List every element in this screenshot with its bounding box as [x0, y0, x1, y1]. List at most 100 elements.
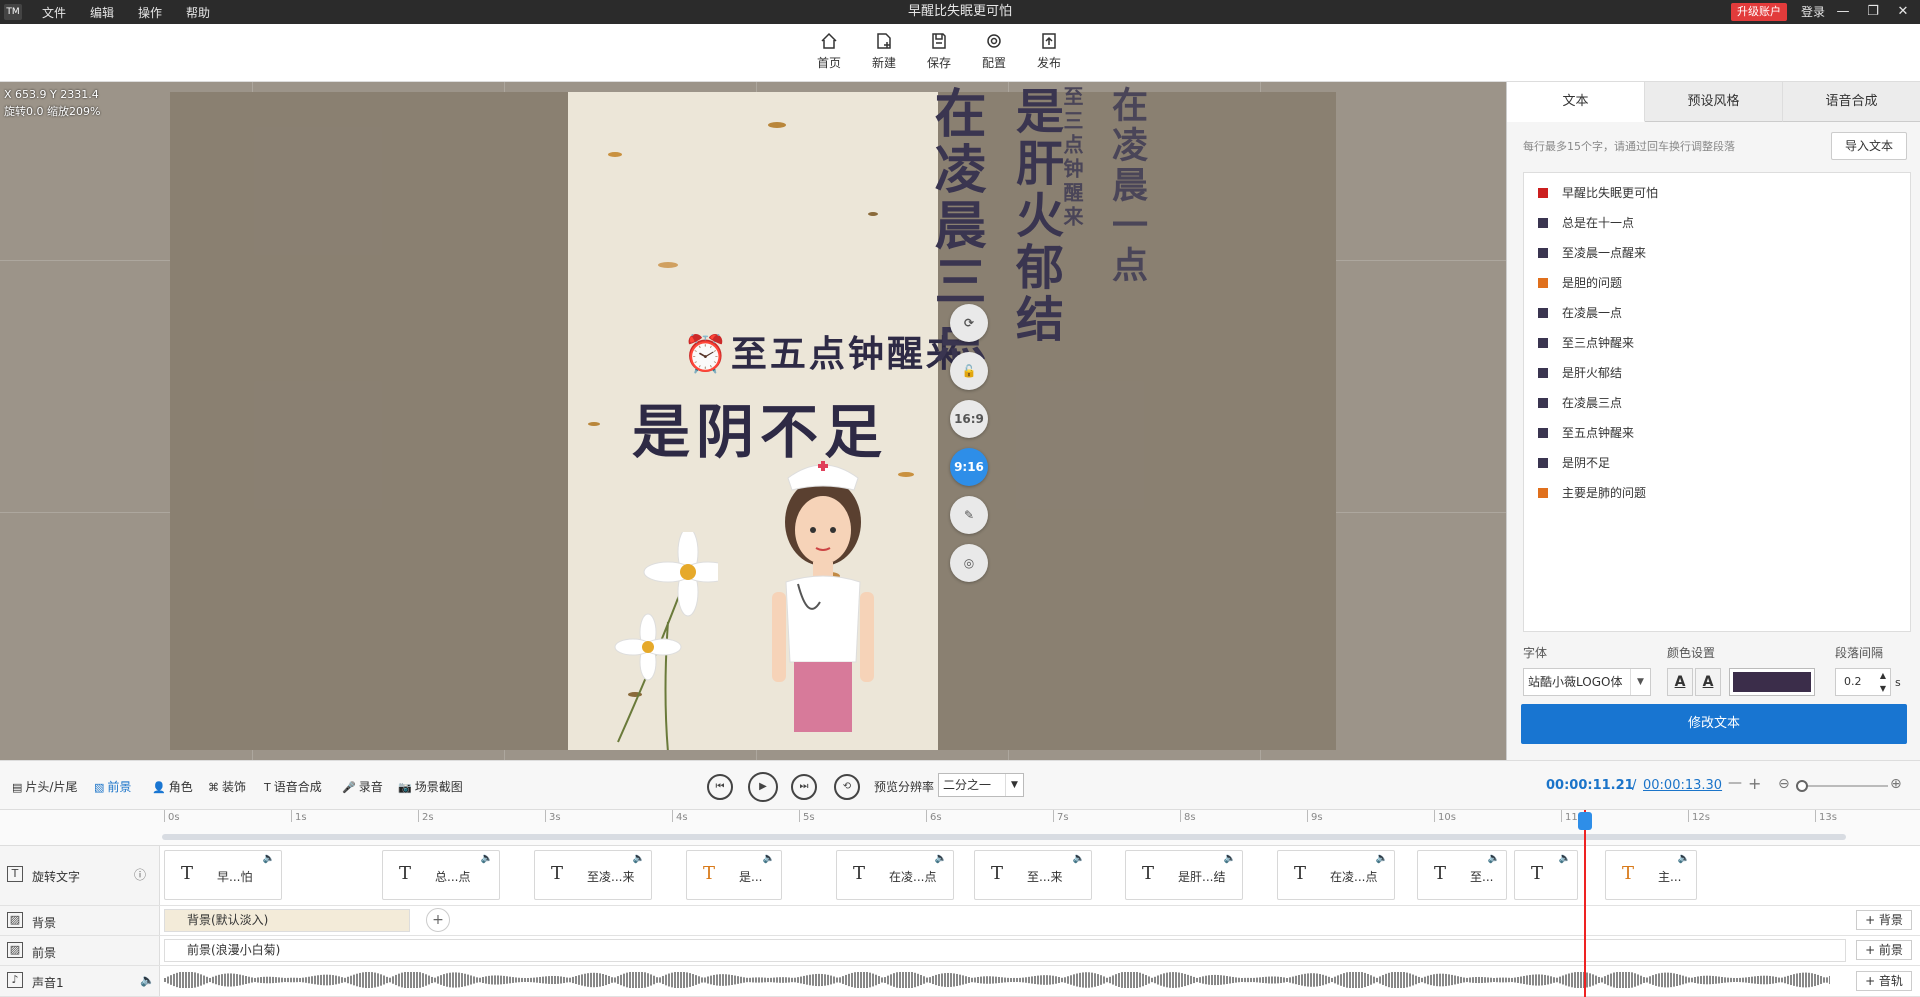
tab-voice-synthesis[interactable]: T 语音合成	[264, 778, 322, 795]
close-button[interactable]: ✕	[1890, 0, 1916, 24]
settings-button[interactable]: ◎	[950, 544, 988, 582]
speaker-icon[interactable]: 🔈	[481, 853, 493, 864]
upgrade-account-button[interactable]: 升级账户	[1731, 3, 1787, 21]
text-clip[interactable]: T 是肝...结 🔈	[1125, 850, 1243, 900]
spacing-stepper[interactable]: 0.2 ▲ ▼	[1835, 668, 1891, 696]
add-background-button[interactable]: + 背景	[1856, 910, 1912, 930]
config-button[interactable]: 配置	[971, 32, 1017, 78]
tab-preset-style[interactable]: 预设风格	[1645, 82, 1783, 122]
playhead[interactable]	[1584, 810, 1586, 997]
import-text-button[interactable]: 导入文本	[1831, 132, 1907, 160]
speaker-icon[interactable]: 🔈	[1224, 853, 1236, 864]
text-line-item[interactable]: 主要是肺的问题	[1538, 483, 1646, 503]
text-line-item[interactable]: 是肝火郁结	[1538, 363, 1622, 383]
color-swatch[interactable]	[1729, 668, 1815, 696]
rotate-button[interactable]: ⟳	[950, 304, 988, 342]
text-lines-list[interactable]: 早醒比失眠更可怕 总是在十一点 至凌晨一点醒来 是胆的问题在凌晨一点至三点钟醒来 是肝火…	[1523, 172, 1911, 632]
stepper-arrows-icon[interactable]: ▲ ▼	[1880, 669, 1886, 695]
ratio-9-16-button[interactable]: 9:16	[950, 448, 988, 486]
playhead-handle[interactable]	[1578, 812, 1592, 830]
text-line-item[interactable]: 至三点钟醒来	[1538, 333, 1634, 353]
foreground-clip[interactable]: 前景(浪漫小白菊)	[164, 939, 1846, 962]
text-clip[interactable]: T 至...来 🔈	[974, 850, 1092, 900]
tab-character[interactable]: 👤 角色	[152, 778, 193, 795]
speaker-icon[interactable]: 🔈	[763, 853, 775, 864]
text-line-item[interactable]: 是阴不足	[1538, 453, 1610, 473]
tab-voice-synthesis[interactable]: 语音合成	[1783, 82, 1920, 122]
editor-canvas[interactable]: ⏰至五点钟醒来 是阴不足 在凌晨一点 至三点钟醒来 是肝火郁结 在凌晨三点 X …	[0, 82, 1506, 760]
text-clip[interactable]: T 主... 🔈	[1605, 850, 1697, 900]
zoom-out-icon[interactable]: ⊖	[1778, 776, 1790, 792]
resolution-select[interactable]: 二分之一 ▼	[938, 773, 1024, 797]
text-line-item[interactable]: 在凌晨三点	[1538, 393, 1622, 413]
menu-edit[interactable]: 编辑	[90, 4, 114, 21]
tab-intro-outro[interactable]: ▤ 片头/片尾	[12, 778, 77, 795]
menu-file[interactable]: 文件	[42, 4, 66, 21]
lock-button[interactable]: 🔓	[950, 352, 988, 390]
tab-text[interactable]: 文本	[1507, 82, 1645, 122]
publish-button[interactable]: 发布	[1026, 32, 1072, 78]
help-icon[interactable]: ⓘ	[134, 866, 146, 883]
speaker-icon[interactable]: 🔈	[1376, 853, 1388, 864]
vertical-text-1[interactable]: 在凌晨一点	[1100, 86, 1152, 386]
save-button[interactable]: 保存	[916, 32, 962, 78]
font-select[interactable]: 站酷小薇LOGO体 ▼	[1523, 668, 1651, 696]
outline-color-button[interactable]: A	[1695, 668, 1721, 696]
add-background-clip-button[interactable]: +	[426, 908, 450, 932]
timeline-scrub-bar[interactable]	[162, 834, 1846, 840]
play-button[interactable]: ▶	[748, 772, 778, 802]
text-clip[interactable]: T 至凌...来 🔈	[534, 850, 652, 900]
background-clip[interactable]: 背景(默认淡入)	[164, 909, 410, 932]
zoom-slider-handle[interactable]	[1796, 780, 1808, 792]
text-line-item[interactable]: 总是在十一点	[1538, 213, 1634, 233]
text-color-button[interactable]: A	[1667, 668, 1693, 696]
replay-button[interactable]: ⟲	[834, 774, 860, 800]
ratio-16-9-button[interactable]: 16:9	[950, 400, 988, 438]
zoom-in-button[interactable]: +	[1748, 774, 1761, 793]
text-clip[interactable]: T 至... 🔈	[1417, 850, 1507, 900]
text-clip[interactable]: T 是... 🔈	[686, 850, 782, 900]
menu-operate[interactable]: 操作	[138, 4, 162, 21]
add-audio-track-button[interactable]: + 音轨	[1856, 971, 1912, 991]
text-clip[interactable]: T 在凌...点 🔈	[1277, 850, 1395, 900]
zoom-in-icon[interactable]: ⊕	[1890, 776, 1902, 792]
edit-text-button[interactable]: 修改文本	[1521, 704, 1907, 744]
speaker-icon[interactable]: 🔈	[1559, 853, 1571, 864]
tab-record[interactable]: 🎤 录音	[342, 778, 383, 795]
vertical-text-3[interactable]: 是肝火郁结	[1000, 86, 1070, 386]
login-link[interactable]: 登录	[1801, 0, 1825, 24]
speaker-icon[interactable]: 🔈	[263, 853, 275, 864]
speaker-icon[interactable]: 🔈	[1073, 853, 1085, 864]
preview-line-2[interactable]: 是阴不足	[630, 385, 890, 469]
zoom-slider[interactable]	[1798, 785, 1888, 787]
timeline-ruler[interactable]: 0s 1s 2s 3s 4s 5s 6s 7s 8s 9s 10s 11s 12s 13s	[0, 810, 1920, 846]
speaker-icon[interactable]: 🔈	[633, 853, 645, 864]
tab-foreground[interactable]: ▧ 前景	[94, 778, 131, 795]
text-clip[interactable]: T 在凌...点 🔈	[836, 850, 954, 900]
minimize-button[interactable]: —	[1830, 0, 1856, 24]
tab-scene-screenshot[interactable]: 📷 场景截图	[398, 778, 463, 795]
text-clip[interactable]: T 早...怕 🔈	[164, 850, 282, 900]
skip-back-button[interactable]: ⏮	[707, 774, 733, 800]
speaker-icon[interactable]: 🔈	[1488, 853, 1500, 864]
tab-decoration[interactable]: ⌘ 装饰	[208, 778, 246, 795]
add-foreground-button[interactable]: + 前景	[1856, 940, 1912, 960]
menu-help[interactable]: 帮助	[186, 4, 210, 21]
vertical-text-4[interactable]: 在凌晨三点	[918, 86, 993, 386]
text-line-item[interactable]: 至五点钟醒来	[1538, 423, 1634, 443]
volume-icon[interactable]: 🔈	[140, 973, 155, 987]
speaker-icon[interactable]: 🔈	[1678, 853, 1690, 864]
text-line-item[interactable]: 至凌晨一点醒来	[1538, 243, 1646, 263]
audio-waveform[interactable]	[164, 972, 1830, 988]
home-button[interactable]: 首页	[806, 32, 852, 78]
edit-button[interactable]: ✎	[950, 496, 988, 534]
text-clip[interactable]: T 总...点 🔈	[382, 850, 500, 900]
text-line-item[interactable]: 在凌晨一点	[1538, 303, 1622, 323]
total-time[interactable]: 00:00:13.30	[1643, 778, 1722, 793]
speaker-icon[interactable]: 🔈	[935, 853, 947, 864]
skip-forward-button[interactable]: ⏭	[791, 774, 817, 800]
zoom-out-button[interactable]: —	[1728, 775, 1742, 791]
text-line-item[interactable]: 是胆的问题	[1538, 273, 1622, 293]
nurse-character[interactable]	[758, 452, 888, 750]
text-line-item[interactable]: 早醒比失眠更可怕	[1538, 183, 1658, 203]
